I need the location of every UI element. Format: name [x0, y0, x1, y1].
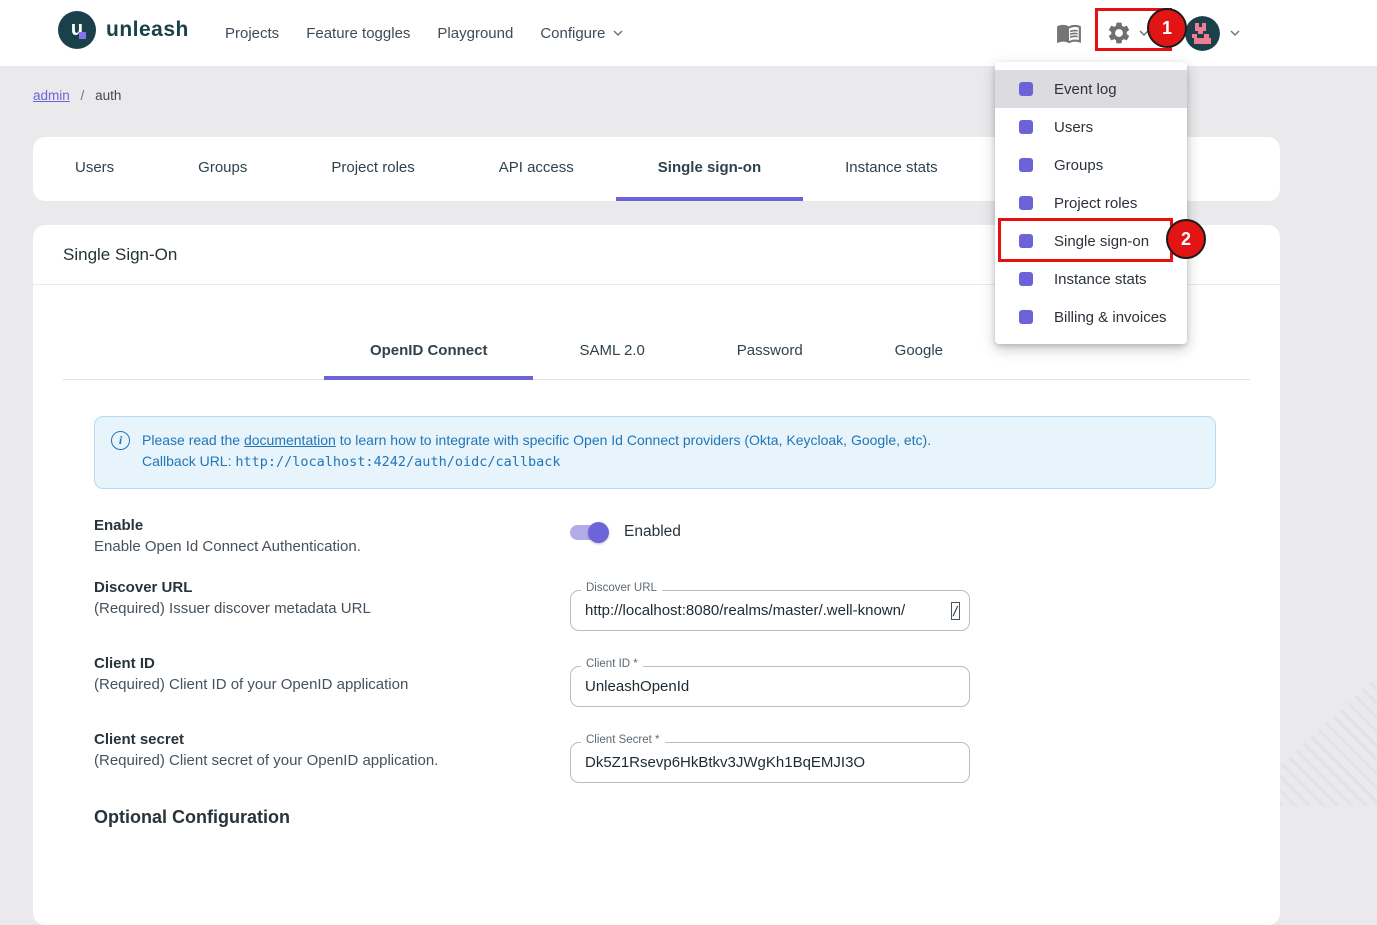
enable-description: Enable Open Id Connect Authentication. [94, 538, 570, 555]
tab-api-access[interactable]: API access [457, 137, 616, 201]
menu-square-icon [1019, 120, 1033, 134]
tab-instance-stats[interactable]: Instance stats [803, 137, 980, 201]
main-nav: Projects Feature toggles Playground Conf… [225, 0, 626, 66]
menu-item-users[interactable]: Users [995, 108, 1187, 146]
chevron-down-icon [1136, 25, 1152, 41]
client-secret-label: Client secret [94, 731, 570, 748]
client-secret-input[interactable] [570, 742, 970, 783]
client-id-description: (Required) Client ID of your OpenID appl… [94, 676, 570, 693]
optional-configuration-heading: Optional Configuration [94, 807, 1280, 828]
discover-url-row: Discover URL (Required) Issuer discover … [94, 579, 1280, 631]
breadcrumb-separator: / [81, 88, 85, 103]
menu-item-single-sign-on[interactable]: Single sign-on [995, 222, 1187, 260]
tab-password[interactable]: Password [691, 322, 849, 380]
docs-button-wrap [1056, 0, 1082, 66]
text-caret: / [951, 602, 960, 620]
logo-text: unleash [106, 18, 189, 42]
breadcrumb-current: auth [95, 88, 121, 103]
tab-single-sign-on[interactable]: Single sign-on [616, 137, 803, 201]
tab-groups[interactable]: Groups [156, 137, 289, 201]
enable-row: Enable Enable Open Id Connect Authentica… [94, 517, 1280, 555]
menu-square-icon [1019, 158, 1033, 172]
tab-saml[interactable]: SAML 2.0 [533, 322, 690, 380]
oidc-form: Enable Enable Open Id Connect Authentica… [33, 489, 1280, 828]
discover-url-field-wrap: Discover URL / [570, 590, 970, 631]
client-id-input[interactable] [570, 666, 970, 707]
menu-square-icon [1019, 272, 1033, 286]
tab-project-roles[interactable]: Project roles [289, 137, 456, 201]
tab-google[interactable]: Google [849, 322, 989, 380]
nav-feature-toggles[interactable]: Feature toggles [306, 25, 410, 42]
settings-button-group [1106, 0, 1152, 66]
enable-toggle-label: Enabled [624, 523, 681, 541]
enable-label: Enable [94, 517, 570, 534]
unleash-logo[interactable]: u unleash [58, 11, 189, 49]
menu-square-icon [1019, 234, 1033, 248]
callback-url-label: Callback URL: [142, 453, 231, 469]
discover-url-field-label: Discover URL [581, 582, 662, 594]
menu-item-groups[interactable]: Groups [995, 146, 1187, 184]
nav-projects[interactable]: Projects [225, 25, 279, 42]
discover-url-input[interactable] [570, 590, 970, 631]
client-secret-field-label: Client Secret * [581, 734, 665, 746]
nav-configure[interactable]: Configure [540, 25, 626, 42]
page-title: Single Sign-On [63, 245, 177, 265]
discover-url-label: Discover URL [94, 579, 570, 596]
menu-square-icon [1019, 196, 1033, 210]
top-navbar: u unleash Projects Feature toggles Playg… [0, 0, 1377, 66]
client-id-row: Client ID (Required) Client ID of your O… [94, 655, 1280, 707]
settings-gear-icon[interactable] [1106, 20, 1132, 46]
nav-playground[interactable]: Playground [437, 25, 513, 42]
unleash-logo-icon: u [58, 11, 96, 49]
chevron-down-icon [610, 25, 626, 41]
user-avatar[interactable] [1185, 16, 1220, 51]
tab-openid-connect[interactable]: OpenID Connect [324, 322, 534, 380]
menu-square-icon [1019, 82, 1033, 96]
client-secret-field-wrap: Client Secret * [570, 742, 970, 783]
documentation-link[interactable]: documentation [244, 432, 336, 448]
tab-users[interactable]: Users [33, 137, 156, 201]
menu-item-project-roles[interactable]: Project roles [995, 184, 1187, 222]
documentation-book-icon[interactable] [1056, 20, 1082, 46]
breadcrumb: admin / auth [33, 88, 121, 103]
client-secret-row: Client secret (Required) Client secret o… [94, 731, 1280, 783]
breadcrumb-admin-link[interactable]: admin [33, 88, 70, 103]
chevron-down-icon [1227, 25, 1243, 41]
menu-square-icon [1019, 310, 1033, 324]
info-icon: i [111, 431, 130, 450]
callback-url-value: http://localhost:4242/auth/oidc/callback [235, 454, 560, 470]
menu-item-instance-stats[interactable]: Instance stats [995, 260, 1187, 298]
menu-item-event-log[interactable]: Event log [995, 70, 1187, 108]
enable-toggle[interactable] [570, 525, 606, 540]
profile-button-group [1185, 0, 1243, 66]
settings-dropdown-menu: Event log Users Groups Project roles Sin… [995, 62, 1187, 344]
client-id-field-wrap: Client ID * [570, 666, 970, 707]
client-id-label: Client ID [94, 655, 570, 672]
info-alert-text: Please read the documentation to learn h… [142, 430, 931, 473]
info-alert: i Please read the documentation to learn… [94, 416, 1216, 489]
client-id-field-label: Client ID * [581, 658, 643, 670]
menu-item-billing-invoices[interactable]: Billing & invoices [995, 298, 1187, 336]
discover-url-description: (Required) Issuer discover metadata URL [94, 600, 570, 617]
client-secret-description: (Required) Client secret of your OpenID … [94, 752, 570, 769]
